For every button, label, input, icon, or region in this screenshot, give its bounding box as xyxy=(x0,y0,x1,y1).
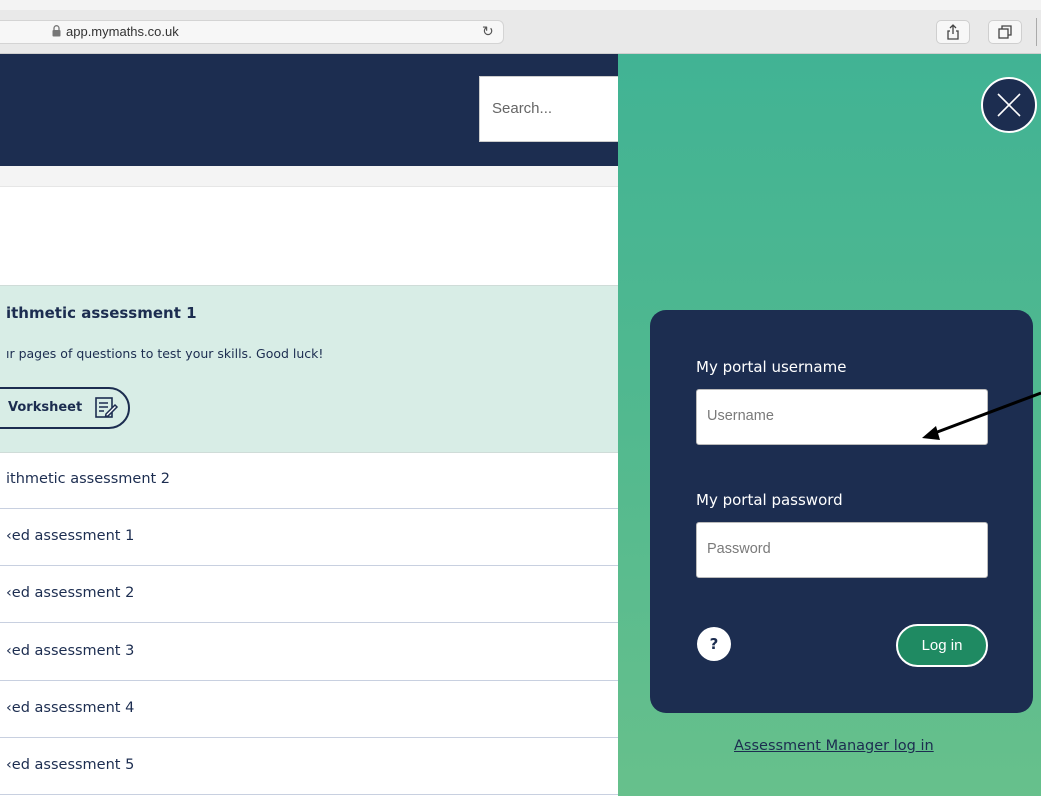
close-icon xyxy=(997,93,1021,117)
password-label: My portal password xyxy=(696,491,843,509)
search-box[interactable] xyxy=(479,76,618,142)
close-panel-button[interactable] xyxy=(981,77,1037,133)
worksheet-edit-icon xyxy=(95,397,119,418)
assessment-row-label: ‹ed assessment 5 xyxy=(6,757,135,773)
username-input[interactable] xyxy=(705,407,979,425)
assessment-row[interactable]: ‹ed assessment 3 xyxy=(0,624,618,681)
worksheet-label: Vorksheet xyxy=(8,400,83,415)
address-bar[interactable]: app.mymaths.co.uk ↻ xyxy=(0,20,504,44)
tabs-button[interactable] xyxy=(988,20,1022,44)
password-field[interactable] xyxy=(696,522,988,578)
username-label: My portal username xyxy=(696,358,847,376)
assessment-row-label: ithmetic assessment 2 xyxy=(6,471,171,487)
browser-top-strip xyxy=(0,0,1041,10)
share-button[interactable] xyxy=(936,20,970,44)
assessment-row[interactable]: ‹ed assessment 4 xyxy=(0,681,618,738)
login-button[interactable]: Log in xyxy=(896,624,988,667)
assessment-description: ır pages of questions to test your skill… xyxy=(6,346,324,361)
assessment-card-active[interactable]: ithmetic assessment 1 ır pages of questi… xyxy=(0,285,618,453)
url-text: app.mymaths.co.uk xyxy=(66,24,179,39)
assessment-row[interactable]: ithmetic assessment 2 xyxy=(0,452,618,509)
assessment-row[interactable]: ‹ed assessment 1 xyxy=(0,509,618,566)
worksheet-button[interactable]: Vorksheet xyxy=(0,387,130,429)
tabs-icon xyxy=(998,25,1012,39)
username-field[interactable] xyxy=(696,389,988,445)
reload-icon[interactable]: ↻ xyxy=(482,24,494,40)
sub-header-bar xyxy=(0,166,618,187)
help-button[interactable]: ? xyxy=(697,627,731,661)
share-icon xyxy=(947,24,959,40)
assessment-title: ithmetic assessment 1 xyxy=(6,304,197,322)
lock-icon xyxy=(52,25,61,37)
search-input[interactable] xyxy=(490,99,614,118)
password-input[interactable] xyxy=(705,540,979,558)
browser-toolbar: app.mymaths.co.uk ↻ xyxy=(0,0,1041,54)
assessment-row-label: ‹ed assessment 4 xyxy=(6,700,135,716)
toolbar-divider xyxy=(1036,18,1037,46)
assessment-row-label: ‹ed assessment 3 xyxy=(6,643,135,659)
assessment-row[interactable]: ‹ed assessment 2 xyxy=(0,566,618,623)
assessment-manager-login-link[interactable]: Assessment Manager log in xyxy=(734,738,934,754)
assessment-row[interactable]: ‹ed assessment 5 xyxy=(0,738,618,795)
assessment-row-label: ‹ed assessment 1 xyxy=(6,528,135,544)
assessment-row-label: ‹ed assessment 2 xyxy=(6,585,135,601)
